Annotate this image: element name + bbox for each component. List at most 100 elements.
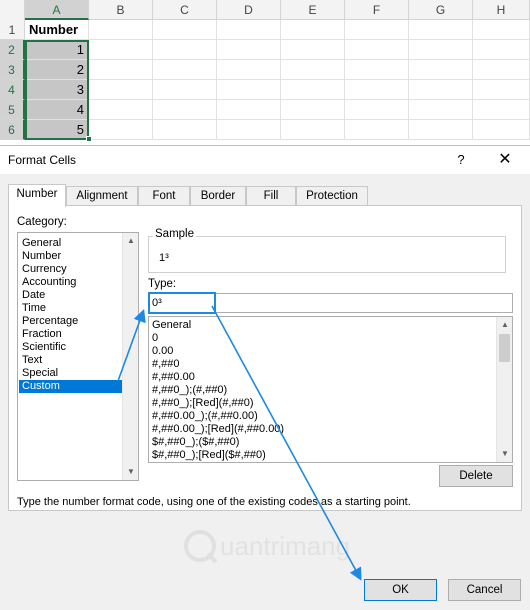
row-header-3[interactable]: 3 <box>0 60 25 80</box>
empty-cell[interactable] <box>345 120 409 140</box>
category-item-scientific[interactable]: Scientific <box>19 341 122 354</box>
format-code-item[interactable]: 0.00 <box>152 345 173 358</box>
empty-cell[interactable] <box>281 80 345 100</box>
empty-cell[interactable] <box>217 100 281 120</box>
scroll-up-arrow-icon[interactable]: ▲ <box>500 320 510 330</box>
empty-cell[interactable] <box>153 60 217 80</box>
empty-cell[interactable] <box>89 120 153 140</box>
empty-cell[interactable] <box>281 20 345 40</box>
category-scrollbar[interactable]: ▲ ▼ <box>122 233 138 480</box>
row-header-6[interactable]: 6 <box>0 120 25 140</box>
empty-cell[interactable] <box>89 80 153 100</box>
empty-cell[interactable] <box>217 60 281 80</box>
column-header-g[interactable]: G <box>409 0 473 20</box>
empty-cell[interactable] <box>89 100 153 120</box>
format-code-item[interactable]: General <box>152 319 191 332</box>
category-list[interactable]: General Number Currency Accounting Date … <box>17 232 139 481</box>
format-code-item[interactable]: #,##0 <box>152 358 180 371</box>
row-header-1[interactable]: 1 <box>0 20 25 40</box>
column-header-h[interactable]: H <box>473 0 530 20</box>
empty-cell[interactable] <box>281 100 345 120</box>
row-header-4[interactable]: 4 <box>0 80 25 100</box>
scroll-thumb[interactable] <box>499 334 510 362</box>
empty-cell[interactable] <box>409 20 473 40</box>
empty-cell[interactable] <box>409 80 473 100</box>
tab-border[interactable]: Border <box>190 186 246 206</box>
fill-handle[interactable] <box>86 136 92 142</box>
empty-cell[interactable] <box>473 100 530 120</box>
close-button[interactable]: ✕ <box>494 150 516 170</box>
category-item-text[interactable]: Text <box>19 354 122 367</box>
category-item-time[interactable]: Time <box>19 302 122 315</box>
help-button[interactable]: ? <box>452 151 470 169</box>
select-all-corner[interactable] <box>0 0 25 20</box>
empty-cell[interactable] <box>153 20 217 40</box>
ok-button[interactable]: OK <box>364 579 437 601</box>
tab-protection[interactable]: Protection <box>296 186 368 206</box>
scroll-up-arrow-icon[interactable]: ▲ <box>126 236 136 246</box>
format-code-item[interactable]: #,##0_);[Red](#,##0) <box>152 397 254 410</box>
category-item-custom[interactable]: Custom <box>19 380 122 393</box>
category-item-special[interactable]: Special <box>19 367 122 380</box>
tab-alignment[interactable]: Alignment <box>66 186 138 206</box>
category-item-fraction[interactable]: Fraction <box>19 328 122 341</box>
empty-cell[interactable] <box>153 80 217 100</box>
row-header-5[interactable]: 5 <box>0 100 25 120</box>
empty-cell[interactable] <box>217 80 281 100</box>
delete-button[interactable]: Delete <box>439 465 513 487</box>
empty-cell[interactable] <box>345 80 409 100</box>
empty-cell[interactable] <box>89 60 153 80</box>
column-header-b[interactable]: B <box>89 0 153 20</box>
empty-cell[interactable] <box>345 40 409 60</box>
empty-cell[interactable] <box>345 100 409 120</box>
empty-cell[interactable] <box>281 40 345 60</box>
column-header-c[interactable]: C <box>153 0 217 20</box>
format-code-list[interactable]: General 0 0.00 #,##0 #,##0.00 #,##0_);(#… <box>148 316 513 463</box>
category-item-date[interactable]: Date <box>19 289 122 302</box>
empty-cell[interactable] <box>217 120 281 140</box>
format-code-item[interactable]: #,##0_);(#,##0) <box>152 384 227 397</box>
format-code-scrollbar[interactable]: ▲ ▼ <box>496 317 512 462</box>
category-item-accounting[interactable]: Accounting <box>19 276 122 289</box>
category-item-number[interactable]: Number <box>19 250 122 263</box>
format-code-item[interactable]: 0 <box>152 332 158 345</box>
cell-a1[interactable]: Number <box>25 20 89 40</box>
category-item-currency[interactable]: Currency <box>19 263 122 276</box>
empty-cell[interactable] <box>473 80 530 100</box>
scroll-down-arrow-icon[interactable]: ▼ <box>500 449 510 459</box>
column-header-a[interactable]: A <box>25 0 89 20</box>
tab-fill[interactable]: Fill <box>246 186 296 206</box>
cancel-button[interactable]: Cancel <box>448 579 521 601</box>
format-code-item[interactable]: #,##0.00_);[Red](#,##0.00) <box>152 423 284 436</box>
column-header-d[interactable]: D <box>217 0 281 20</box>
empty-cell[interactable] <box>345 60 409 80</box>
scroll-down-arrow-icon[interactable]: ▼ <box>126 467 136 477</box>
empty-cell[interactable] <box>345 20 409 40</box>
row-header-2[interactable]: 2 <box>0 40 25 60</box>
format-code-item[interactable]: $#,##0_);[Red]($#,##0) <box>152 449 266 462</box>
empty-cell[interactable] <box>217 20 281 40</box>
column-header-f[interactable]: F <box>345 0 409 20</box>
empty-cell[interactable] <box>409 120 473 140</box>
empty-cell[interactable] <box>473 120 530 140</box>
empty-cell[interactable] <box>409 60 473 80</box>
empty-cell[interactable] <box>473 40 530 60</box>
category-item-general[interactable]: General <box>19 237 122 250</box>
empty-cell[interactable] <box>89 40 153 60</box>
tab-number[interactable]: Number <box>8 184 66 207</box>
format-code-item[interactable]: $#,##0_);($#,##0) <box>152 436 239 449</box>
empty-cell[interactable] <box>409 100 473 120</box>
empty-cell[interactable] <box>89 20 153 40</box>
empty-cell[interactable] <box>409 40 473 60</box>
tab-font[interactable]: Font <box>138 186 190 206</box>
column-header-e[interactable]: E <box>281 0 345 20</box>
dialog-title-bar[interactable]: Format Cells ? ✕ <box>0 146 530 174</box>
empty-cell[interactable] <box>153 100 217 120</box>
format-code-item[interactable]: #,##0.00 <box>152 371 195 384</box>
empty-cell[interactable] <box>217 40 281 60</box>
empty-cell[interactable] <box>281 120 345 140</box>
category-item-percentage[interactable]: Percentage <box>19 315 122 328</box>
empty-cell[interactable] <box>281 60 345 80</box>
empty-cell[interactable] <box>153 120 217 140</box>
empty-cell[interactable] <box>473 20 530 40</box>
